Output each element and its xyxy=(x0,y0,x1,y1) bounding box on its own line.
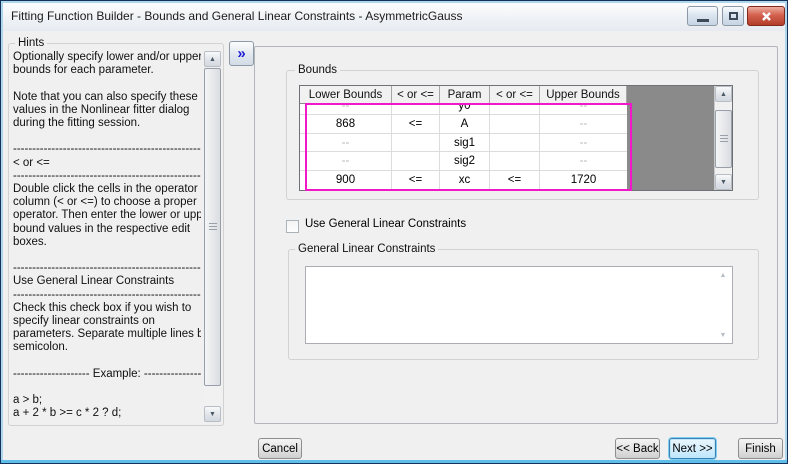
cell-lower-op[interactable]: <= xyxy=(392,115,440,133)
finish-button[interactable]: Finish xyxy=(738,438,783,459)
back-button[interactable]: << Back xyxy=(615,438,660,459)
bounds-table-scrollbar[interactable]: ▲ ▼ xyxy=(714,86,732,190)
cell-param[interactable]: y0 xyxy=(440,104,490,115)
scrollbar-grip-icon xyxy=(720,135,728,143)
cell-lower-bounds[interactable]: -- xyxy=(300,104,392,115)
cell-upper-bounds[interactable]: 1720 xyxy=(540,171,627,189)
cell-upper-op[interactable] xyxy=(490,152,540,170)
dialog-window: Fitting Function Builder - Bounds and Ge… xyxy=(0,0,788,464)
close-icon xyxy=(761,11,772,22)
cell-upper-bounds[interactable]: -- xyxy=(540,104,627,115)
cell-upper-op[interactable] xyxy=(490,115,540,133)
constraints-textarea[interactable]: ▲ ▼ xyxy=(305,266,733,344)
general-linear-constraints-group-label: General Linear Constraints xyxy=(295,243,438,255)
bounds-group-label: Bounds xyxy=(295,64,340,76)
table-row-A: 868 <= A -- xyxy=(300,115,627,134)
scroll-down-icon: ▼ xyxy=(716,329,730,341)
wizard-page-panel: Bounds Lower Bounds < or <= Param < or <… xyxy=(254,46,778,424)
scroll-up-icon[interactable]: ▲ xyxy=(204,51,221,67)
cell-lower-op[interactable]: <= xyxy=(392,171,440,189)
cell-param[interactable]: xc xyxy=(440,171,490,189)
double-chevron-icon: » xyxy=(237,45,245,62)
title-bar[interactable]: Fitting Function Builder - Bounds and Ge… xyxy=(3,3,785,31)
table-row-y0: -- y0 -- xyxy=(300,104,627,115)
scroll-up-icon[interactable]: ▲ xyxy=(715,86,732,102)
cell-lower-bounds[interactable]: -- xyxy=(300,134,392,151)
cell-lower-bounds[interactable]: -- xyxy=(300,152,392,170)
header-upper-bounds: Upper Bounds xyxy=(540,86,627,104)
bounds-table-body: -- y0 -- 868 <= A -- -- xyxy=(300,104,627,190)
table-row-sig1: -- sig1 -- xyxy=(300,134,627,152)
minimize-button[interactable] xyxy=(687,6,718,26)
close-button[interactable] xyxy=(747,6,785,26)
use-constraints-checkbox-label[interactable]: Use General Linear Constraints xyxy=(305,218,466,230)
cell-param[interactable]: sig2 xyxy=(440,152,490,170)
cell-lower-bounds[interactable]: 900 xyxy=(300,171,392,189)
bounds-table-header: Lower Bounds < or <= Param < or <= Upper… xyxy=(300,86,627,104)
collapse-hints-button[interactable]: » xyxy=(229,41,254,66)
hints-scrollbar-thumb[interactable] xyxy=(204,68,221,386)
maximize-button[interactable] xyxy=(722,6,744,26)
cell-upper-bounds[interactable]: -- xyxy=(540,152,627,170)
hints-group-label: Hints xyxy=(15,37,47,49)
use-constraints-checkbox[interactable] xyxy=(286,220,299,233)
table-row-xc: 900 <= xc <= 1720 xyxy=(300,171,627,189)
cell-param[interactable]: A xyxy=(440,115,490,133)
cell-upper-op[interactable] xyxy=(490,104,540,115)
table-scrollbar-thumb[interactable] xyxy=(715,110,732,168)
hints-text: Optionally specify lower and/or upper bo… xyxy=(13,51,201,419)
scroll-down-icon[interactable]: ▼ xyxy=(715,174,732,190)
cell-upper-bounds[interactable]: -- xyxy=(540,115,627,133)
minimize-icon xyxy=(697,19,709,22)
header-lower-op: < or <= xyxy=(392,86,440,104)
cell-lower-op[interactable] xyxy=(392,104,440,115)
cell-lower-op[interactable] xyxy=(392,152,440,170)
header-param: Param xyxy=(440,86,490,104)
window-title: Fitting Function Builder - Bounds and Ge… xyxy=(11,9,463,23)
next-button[interactable]: Next >> xyxy=(669,438,716,459)
dialog-body: Hints Optionally specify lower and/or up… xyxy=(4,31,784,460)
bounds-table: Lower Bounds < or <= Param < or <= Upper… xyxy=(299,85,733,191)
scroll-up-icon: ▲ xyxy=(716,269,730,281)
cell-lower-op[interactable] xyxy=(392,134,440,151)
header-upper-op: < or <= xyxy=(490,86,540,104)
cancel-button[interactable]: Cancel xyxy=(258,438,302,459)
cell-lower-bounds[interactable]: 868 xyxy=(300,115,392,133)
scroll-down-icon[interactable]: ▼ xyxy=(204,406,221,422)
maximize-icon xyxy=(729,12,738,20)
header-lower-bounds: Lower Bounds xyxy=(300,86,392,104)
scrollbar-grip-icon xyxy=(209,223,217,231)
cell-upper-op[interactable] xyxy=(490,134,540,151)
cell-upper-bounds[interactable]: -- xyxy=(540,134,627,151)
table-row-sig2: -- sig2 -- xyxy=(300,152,627,171)
hints-scrollbar[interactable]: ▲ ▼ xyxy=(204,51,221,422)
cell-param[interactable]: sig1 xyxy=(440,134,490,151)
cell-upper-op[interactable]: <= xyxy=(490,171,540,189)
